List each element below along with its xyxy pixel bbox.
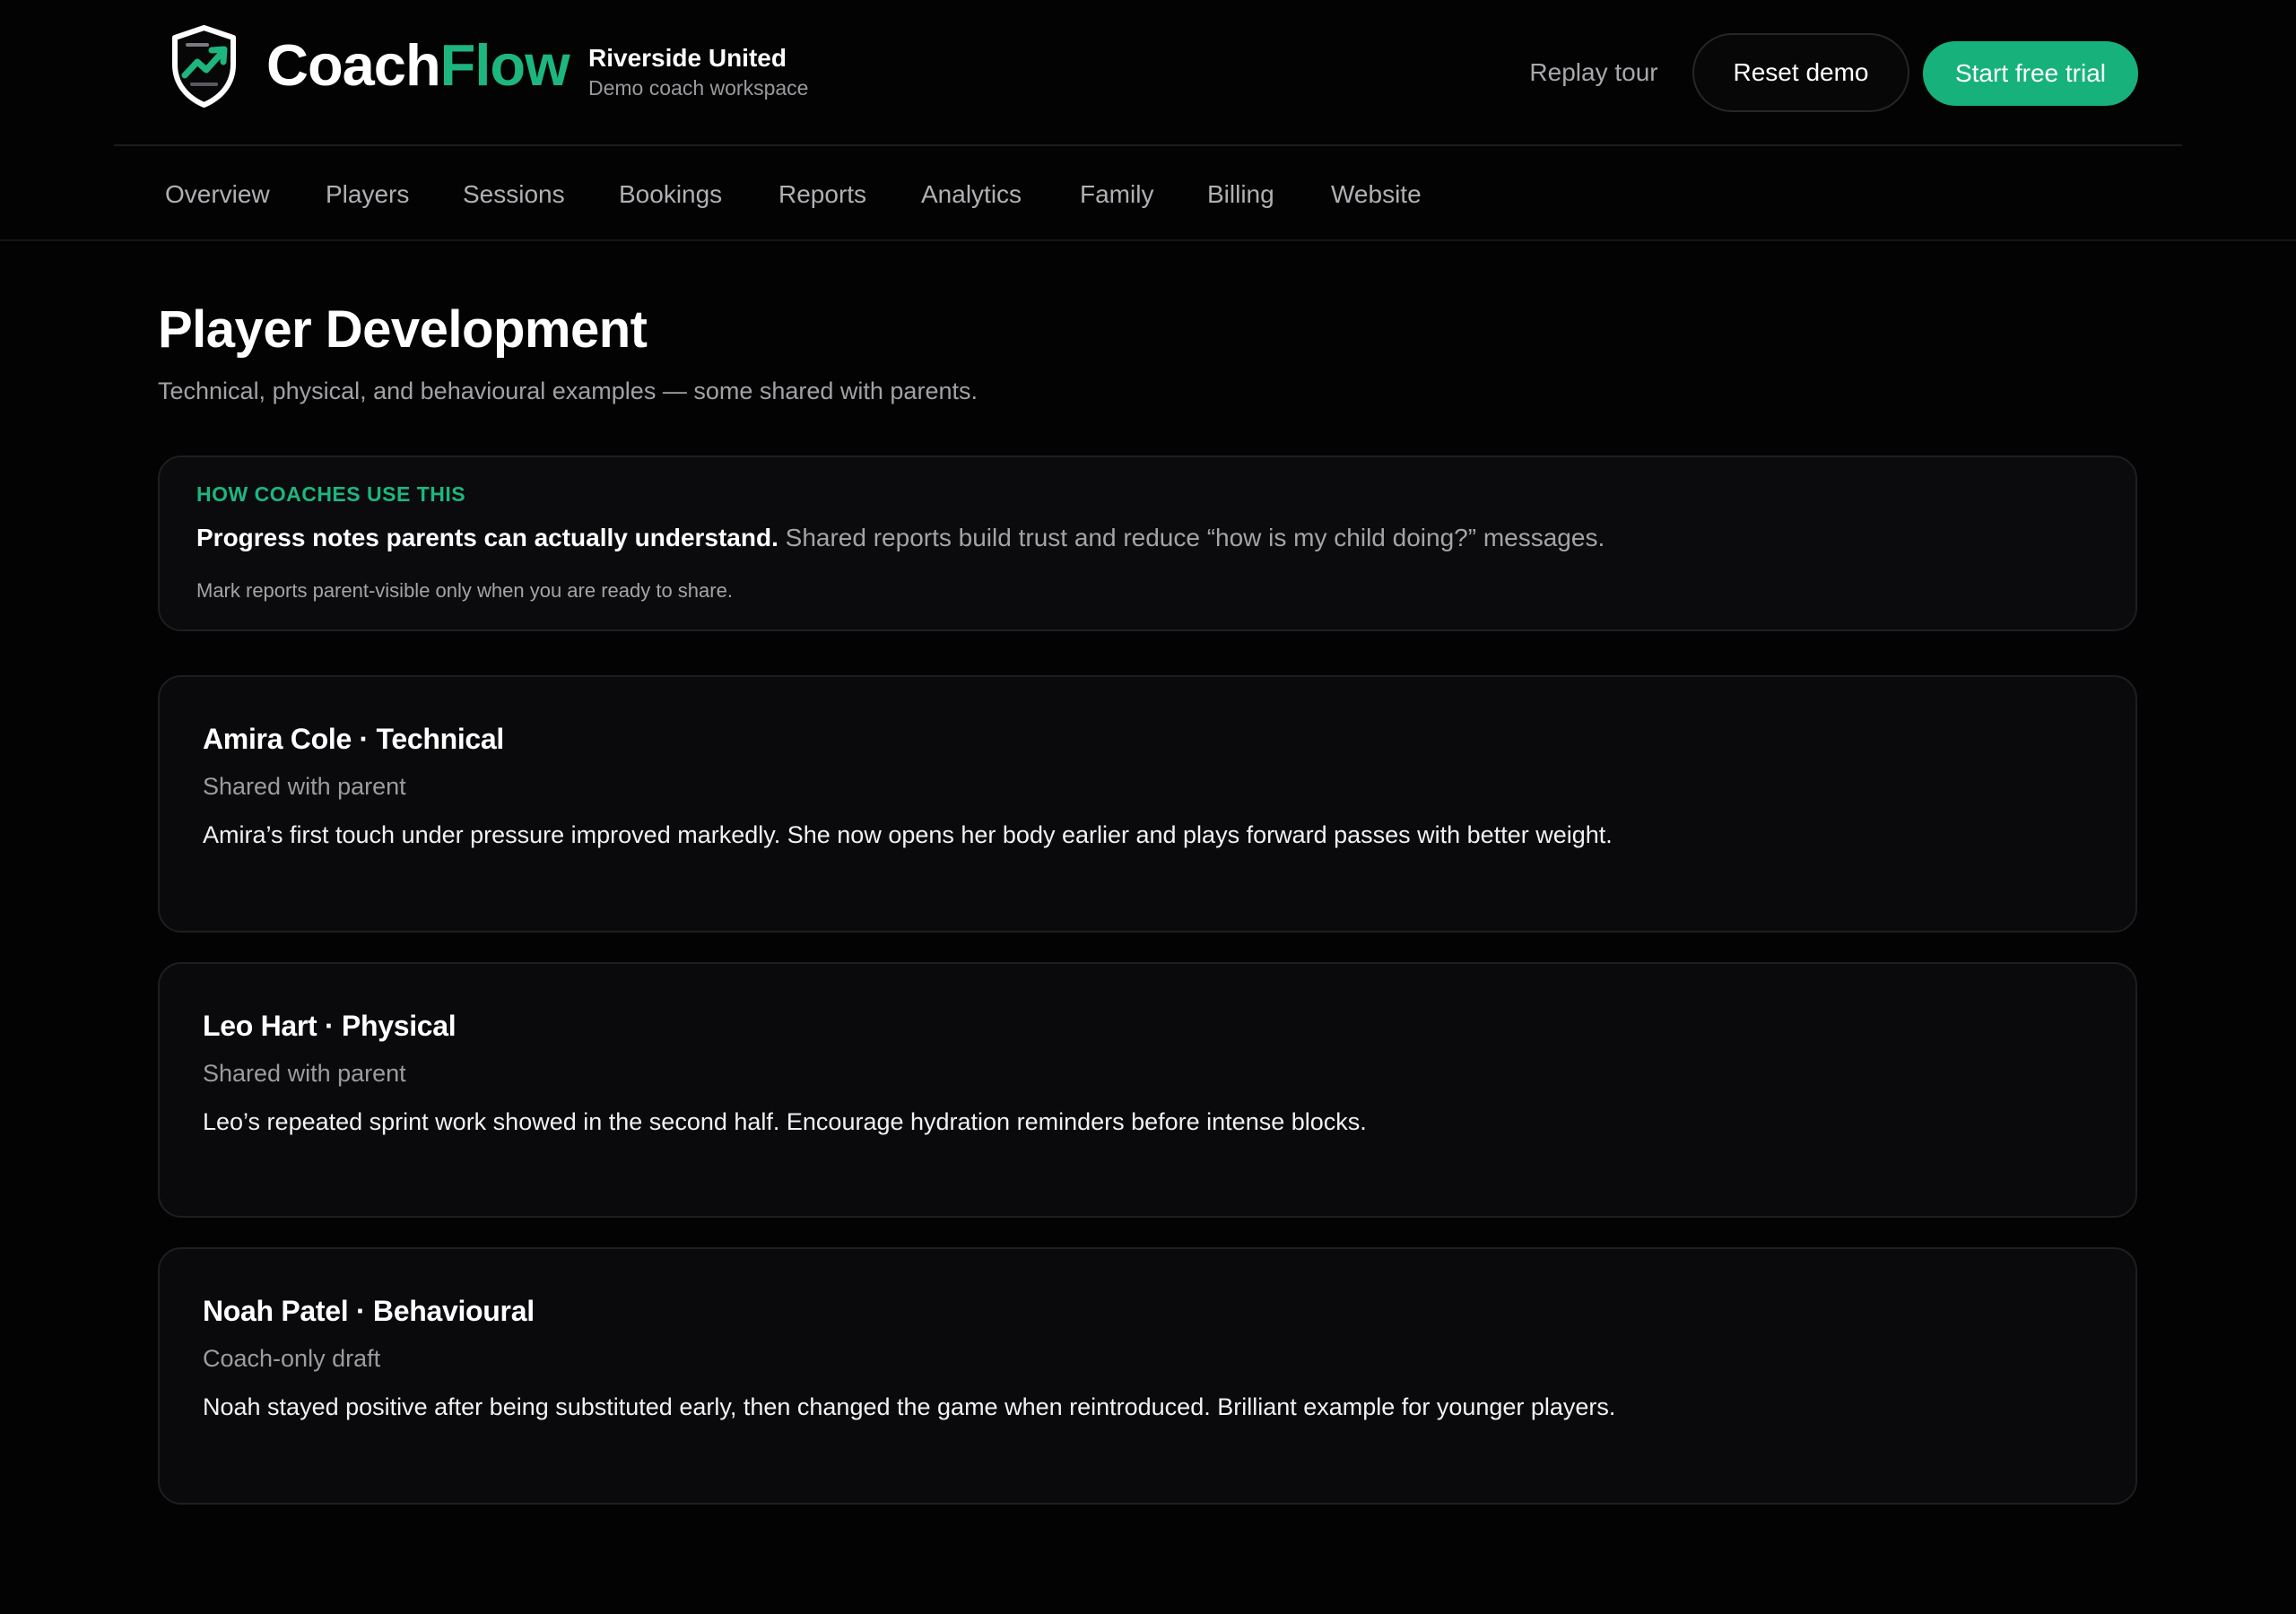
report-title: Leo Hart · Physical (203, 1010, 457, 1042)
info-eyebrow: HOW COACHES USE THIS (196, 482, 466, 506)
app-header: CoachFlow Riverside United Demo coach wo… (114, 0, 2182, 146)
workspace-info: Riverside United Demo coach workspace (588, 43, 808, 102)
nav-item-analytics[interactable]: Analytics (921, 178, 1022, 211)
club-name: Riverside United (588, 44, 787, 72)
report-card[interactable]: Noah Patel · Behavioural Coach-only draf… (158, 1247, 2137, 1505)
reset-demo-button[interactable]: Reset demo (1692, 33, 1909, 112)
workspace-label: Demo coach workspace (588, 76, 809, 100)
report-card[interactable]: Leo Hart · Physical Shared with parent L… (158, 962, 2137, 1218)
main-nav: Overview Players Sessions Bookings Repor… (0, 148, 2296, 241)
page-title: Player Development (158, 300, 648, 359)
nav-item-reports[interactable]: Reports (778, 178, 866, 211)
brand-wordmark[interactable]: CoachFlow (266, 27, 570, 104)
nav-item-bookings[interactable]: Bookings (619, 178, 722, 211)
report-status: Coach-only draft (203, 1345, 381, 1372)
report-body: Leo’s repeated sprint work showed in the… (203, 1108, 1367, 1135)
nav-item-website[interactable]: Website (1331, 178, 1422, 211)
report-body: Noah stayed positive after being substit… (203, 1393, 1616, 1420)
report-card[interactable]: Amira Cole · Technical Shared with paren… (158, 675, 2137, 933)
brand-name-coach: Coach (266, 32, 441, 98)
info-headline-rest: Shared reports build trust and reduce “h… (785, 524, 1605, 551)
nav-item-players[interactable]: Players (326, 178, 409, 211)
start-free-trial-button[interactable]: Start free trial (1923, 41, 2138, 106)
nav-item-billing[interactable]: Billing (1207, 178, 1274, 211)
report-title: Amira Cole · Technical (203, 723, 505, 755)
brand-name-flow: Flow (439, 32, 570, 98)
info-headline: Progress notes parents can actually unde… (196, 522, 1605, 554)
page-subtitle: Technical, physical, and behavioural exa… (158, 377, 978, 404)
report-title: Noah Patel · Behavioural (203, 1295, 535, 1327)
shield-trend-icon[interactable] (170, 25, 238, 108)
report-status: Shared with parent (203, 773, 406, 800)
report-body: Amira’s first touch under pressure impro… (203, 821, 1613, 848)
info-note: Mark reports parent-visible only when yo… (196, 579, 733, 602)
nav-item-overview[interactable]: Overview (165, 178, 270, 211)
nav-item-family[interactable]: Family (1080, 178, 1153, 211)
how-coaches-use-card: HOW COACHES USE THIS Progress notes pare… (158, 456, 2137, 631)
nav-item-sessions[interactable]: Sessions (463, 178, 565, 211)
replay-tour-button[interactable]: Replay tour (1500, 34, 1688, 111)
info-headline-strong: Progress notes parents can actually unde… (196, 524, 778, 551)
report-status: Shared with parent (203, 1060, 406, 1087)
